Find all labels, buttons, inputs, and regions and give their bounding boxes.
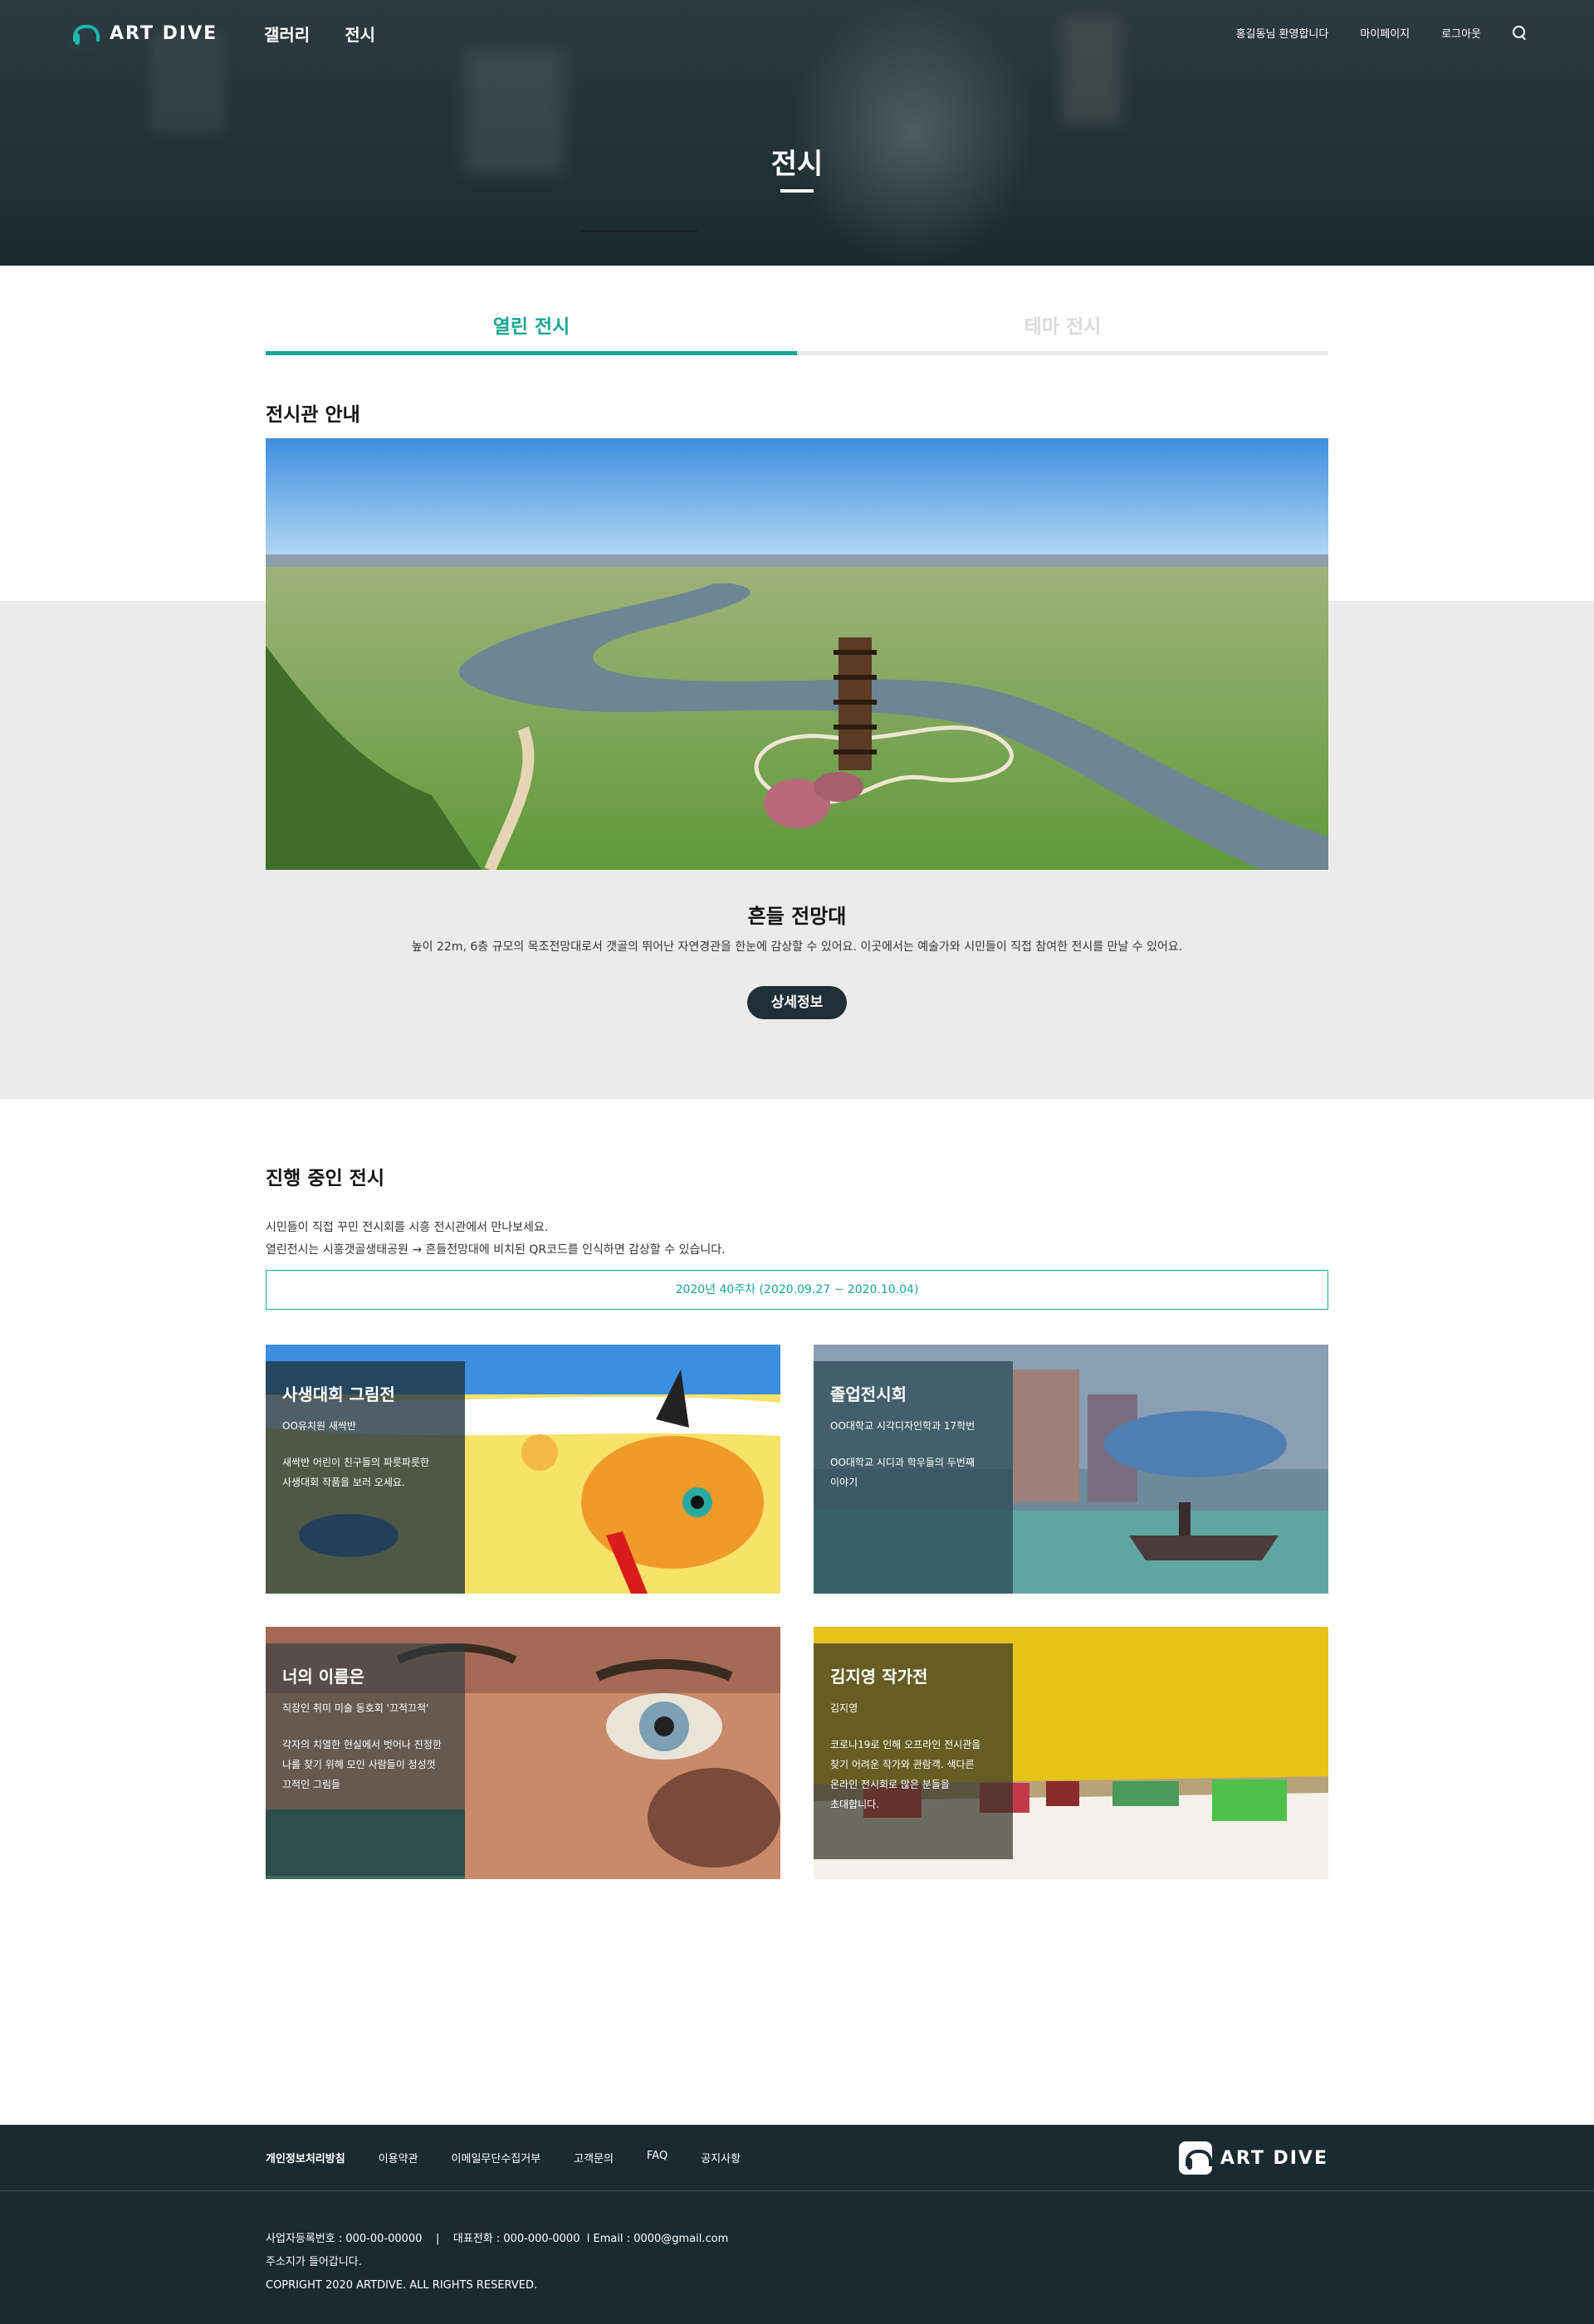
hall-name: 흔들 전망대 bbox=[747, 905, 847, 928]
mypage-link[interactable]: 마이페이지 bbox=[1360, 25, 1410, 41]
card-overlay: 너의 이름은 직장인 취미 미술 동호회 '끄적끄적' 각자의 치열한 현실에서… bbox=[266, 1643, 465, 1876]
footer-link-privacy[interactable]: 개인정보처리방침 bbox=[266, 2150, 345, 2165]
card-text-line: 이야기 bbox=[830, 1477, 858, 1488]
nav-gallery[interactable]: 갤러리 bbox=[264, 22, 310, 46]
card-subtitle: 김지영 bbox=[830, 1702, 858, 1714]
card-subtitle: OO대학교 시각디자인학과 17학번 bbox=[830, 1420, 975, 1432]
footer-bottom: 사업자등록번호 : 000-00-00000 | 대표전화 : 000-000-… bbox=[0, 2191, 1594, 2324]
detail-info-button[interactable]: 상세정보 bbox=[747, 986, 847, 1019]
card-title: 졸업전시회 bbox=[830, 1384, 907, 1404]
card-text-line: 새싹반 어린이 친구들의 파릇파릇한 bbox=[282, 1457, 430, 1468]
ongoing-section-title: 진행 중인 전시 bbox=[266, 1168, 384, 1189]
ongoing-desc-line-2: 열린전시는 시흥갯골생태공원 → 흔들전망대에 비치된 QR코드를 인식하면 감… bbox=[266, 1243, 726, 1257]
exhibition-card[interactable]: 졸업전시회 OO대학교 시각디자인학과 17학번 OO대학교 시디과 학우들의 … bbox=[814, 1345, 1328, 1594]
card-text-line: 초대합니다. bbox=[830, 1799, 880, 1810]
tab-open-exhibition[interactable]: 열린 전시 bbox=[266, 309, 797, 355]
card-text-line: OO대학교 시디과 학우들의 두번째 bbox=[830, 1457, 975, 1468]
hall-section-title: 전시관 안내 bbox=[266, 404, 360, 426]
logout-link[interactable]: 로그아웃 bbox=[1441, 25, 1481, 41]
ongoing-desc-line-1: 시민들이 직접 꾸민 전시회를 시흥 전시관에서 만나보세요. bbox=[266, 1221, 549, 1234]
footer-info: 사업자등록번호 : 000-00-00000 | 대표전화 : 000-000-… bbox=[266, 2228, 728, 2297]
card-text-line: 사생대회 작품을 보러 오세요. bbox=[282, 1477, 405, 1488]
hero-header: ART DIVE 갤러리 전시 홍길동님 환영합니다 마이페이지 로그아웃 전시 bbox=[0, 0, 1594, 266]
footer-link-email-refusal[interactable]: 이메일무단수집거부 bbox=[452, 2150, 541, 2165]
card-subtitle: OO유치원 새싹반 bbox=[282, 1420, 356, 1432]
logo-icon bbox=[66, 17, 100, 50]
card-title: 김지영 작가전 bbox=[830, 1667, 928, 1687]
card-text-line: 나를 찾기 위해 모인 사람들이 정성껏 bbox=[282, 1759, 436, 1770]
site-logo[interactable]: ART DIVE bbox=[66, 17, 218, 50]
logo-icon bbox=[1178, 2141, 1212, 2175]
search-icon[interactable] bbox=[1513, 25, 1528, 41]
footer-link-contact[interactable]: 고객문의 bbox=[574, 2150, 614, 2165]
footer-top: 개인정보처리방침 이용약관 이메일무단수집거부 고객문의 FAQ 공지사항 AR… bbox=[0, 2125, 1594, 2191]
card-overlay: 김지영 작가전 김지영 코로나19로 인해 오프라인 전시관을 찾기 어려운 작… bbox=[814, 1643, 1013, 1859]
main-nav: 갤러리 전시 bbox=[264, 22, 375, 46]
card-overlay: 사생대회 그림전 OO유치원 새싹반 새싹반 어린이 친구들의 파릇파릇한 사생… bbox=[266, 1361, 465, 1594]
exhibition-tabs: 열린 전시 테마 전시 bbox=[266, 309, 1328, 355]
card-title: 너의 이름은 bbox=[282, 1667, 364, 1687]
hall-description: 높이 22m, 6층 규모의 목조전망대로서 갯골의 뛰어난 자연경관을 한눈에… bbox=[411, 940, 1183, 954]
card-text-line: 찾기 어려운 작가와 관람객. 색다른 bbox=[830, 1759, 975, 1770]
footer-link-notice[interactable]: 공지사항 bbox=[701, 2150, 741, 2165]
address: 주소지가 들어갑니다. bbox=[266, 2256, 362, 2268]
utility-menu: 홍길동님 환영합니다 마이페이지 로그아웃 bbox=[1236, 25, 1528, 41]
card-title: 사생대회 그림전 bbox=[282, 1384, 395, 1404]
logo-text: ART DIVE bbox=[110, 22, 218, 44]
footer-link-terms[interactable]: 이용약관 bbox=[379, 2150, 418, 2165]
title-underline bbox=[780, 189, 814, 193]
copyright: COPRIGHT 2020 ARTDIVE. ALL RIGHTS RESERV… bbox=[266, 2279, 538, 2292]
exhibition-card[interactable]: 너의 이름은 직장인 취미 미술 동호회 '끄적끄적' 각자의 치열한 현실에서… bbox=[266, 1627, 780, 1879]
card-text-line: 각자의 치열한 현실에서 벗어나 진정한 bbox=[282, 1739, 442, 1750]
card-subtitle: 직장인 취미 미술 동호회 '끄적끄적' bbox=[282, 1702, 429, 1714]
footer-links: 개인정보처리방침 이용약관 이메일무단수집거부 고객문의 FAQ 공지사항 bbox=[266, 2150, 741, 2165]
card-text-line: 코로나19로 인해 오프라인 전시관을 bbox=[830, 1739, 981, 1750]
welcome-text: 홍길동님 환영합니다 bbox=[1235, 28, 1329, 41]
ongoing-description: 시민들이 직접 꾸민 전시회를 시흥 전시관에서 만나보세요. 열린전시는 시흥… bbox=[266, 1217, 726, 1262]
exhibition-card[interactable]: 사생대회 그림전 OO유치원 새싹반 새싹반 어린이 친구들의 파릇파릇한 사생… bbox=[266, 1345, 780, 1594]
tab-theme-exhibition[interactable]: 테마 전시 bbox=[797, 309, 1328, 355]
card-text-line: 끄적인 그림들 bbox=[282, 1779, 341, 1790]
footer-logo[interactable]: ART DIVE bbox=[1178, 2141, 1328, 2175]
business-info: 사업자등록번호 : 000-00-00000 | 대표전화 : 000-000-… bbox=[266, 2233, 729, 2245]
footer-link-faq[interactable]: FAQ bbox=[647, 2150, 667, 2165]
nav-exhibition[interactable]: 전시 bbox=[345, 22, 375, 46]
footer-logo-text: ART DIVE bbox=[1220, 2147, 1328, 2169]
week-selector[interactable]: 2020년 40주차 (2020.09.27 ~ 2020.10.04) bbox=[266, 1270, 1328, 1310]
card-overlay: 졸업전시회 OO대학교 시각디자인학과 17학번 OO대학교 시디과 학우들의 … bbox=[814, 1361, 1013, 1594]
hall-photo bbox=[266, 438, 1328, 870]
exhibition-card[interactable]: 김지영 작가전 김지영 코로나19로 인해 오프라인 전시관을 찾기 어려운 작… bbox=[814, 1627, 1328, 1879]
card-text-line: 온라인 전시회로 많은 분들을 bbox=[830, 1779, 950, 1790]
page-title: 전시 bbox=[770, 148, 824, 181]
